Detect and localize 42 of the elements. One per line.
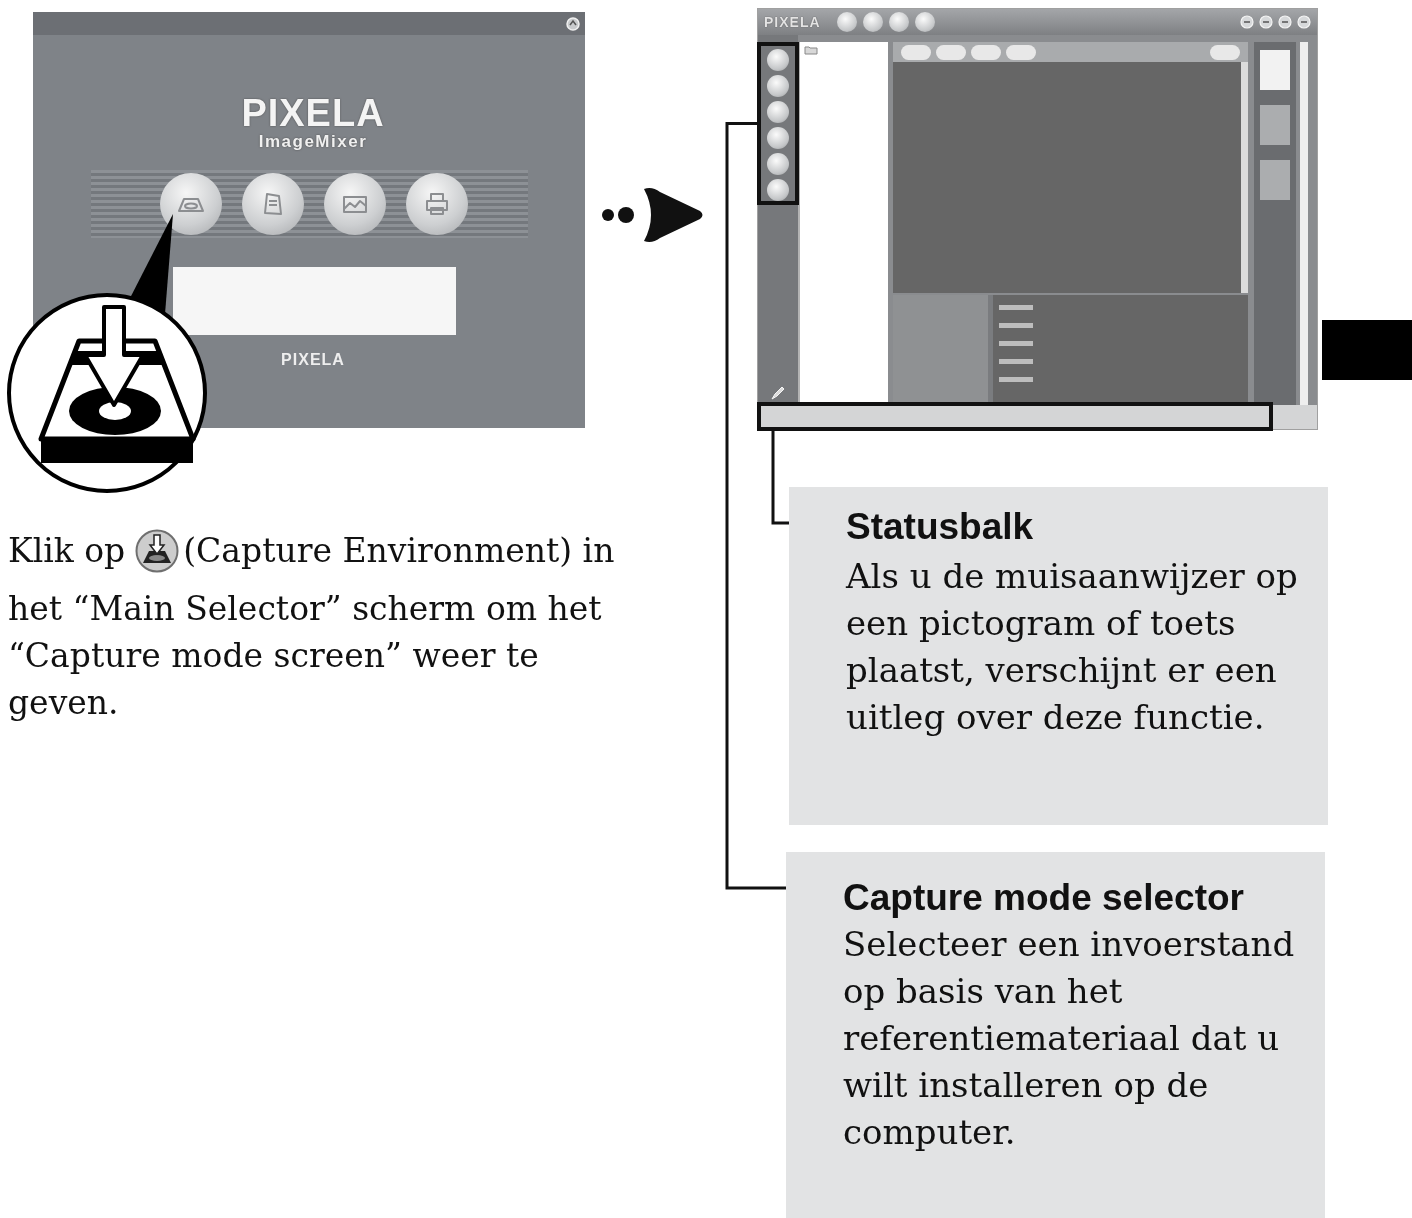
callout-title: Statusbalk <box>846 506 1035 548</box>
instruction-text: (Capture Environment) in <box>183 530 615 572</box>
round-mode-button[interactable] <box>767 153 789 175</box>
callout-title: Capture mode selector <box>843 877 1245 919</box>
callout-text: Als u de muisaanwijzer op een pictogram of toets plaatst, verschijnt er een uitleg over deze functie. <box>846 555 1299 739</box>
text-line-drawing <box>999 341 1033 346</box>
selector-button[interactable] <box>160 173 222 235</box>
page-thumbnail[interactable] <box>1260 160 1290 200</box>
window-control-icon[interactable] <box>1259 15 1273 29</box>
logo-subtitle: ImageMixer <box>257 133 368 150</box>
logo-text: PIXELA <box>764 15 821 29</box>
round-toolbar-button[interactable] <box>862 12 883 32</box>
window-control-icon[interactable] <box>1278 15 1292 29</box>
logo-text: PIXELA <box>240 94 385 132</box>
footer-logo-text: PIXELA <box>280 352 345 368</box>
round-toolbar-button[interactable] <box>888 12 909 32</box>
window-control-icon[interactable] <box>1297 15 1311 29</box>
text-line-drawing <box>999 377 1033 382</box>
round-mode-button[interactable] <box>767 179 789 201</box>
page-thumbnail[interactable] <box>1260 50 1290 90</box>
text-line-drawing <box>999 305 1033 310</box>
scrollbar[interactable] <box>1300 42 1308 405</box>
window-control-icon[interactable] <box>1240 15 1254 29</box>
round-mode-button[interactable] <box>767 49 789 71</box>
round-mode-button[interactable] <box>767 127 789 149</box>
round-mode-button[interactable] <box>767 75 789 97</box>
text-line-drawing <box>999 359 1033 364</box>
window-control-icon[interactable] <box>566 15 580 32</box>
round-toolbar-button[interactable] <box>836 12 857 32</box>
instruction-text: het “Main Selector” scherm om het “Capture mode screen” weer te geven. <box>8 588 603 724</box>
instruction-text: Klik op <box>8 530 126 572</box>
pen-icon[interactable] <box>770 385 786 401</box>
disc-tray-icon <box>38 305 196 463</box>
page-thumbnail[interactable] <box>1260 105 1290 145</box>
scrollbar[interactable] <box>1241 62 1248 293</box>
disc-tray-icon <box>135 529 180 573</box>
callout-text: Selecteer een invoerstand op basis van het referentiemateriaal dat u wilt installeren op de computer. <box>843 923 1296 1154</box>
text-line-drawing <box>999 323 1033 328</box>
folder-icon[interactable] <box>804 45 818 55</box>
round-mode-button[interactable] <box>767 101 789 123</box>
round-toolbar-button[interactable] <box>914 12 935 32</box>
dotted-arrow-icon <box>600 185 705 245</box>
